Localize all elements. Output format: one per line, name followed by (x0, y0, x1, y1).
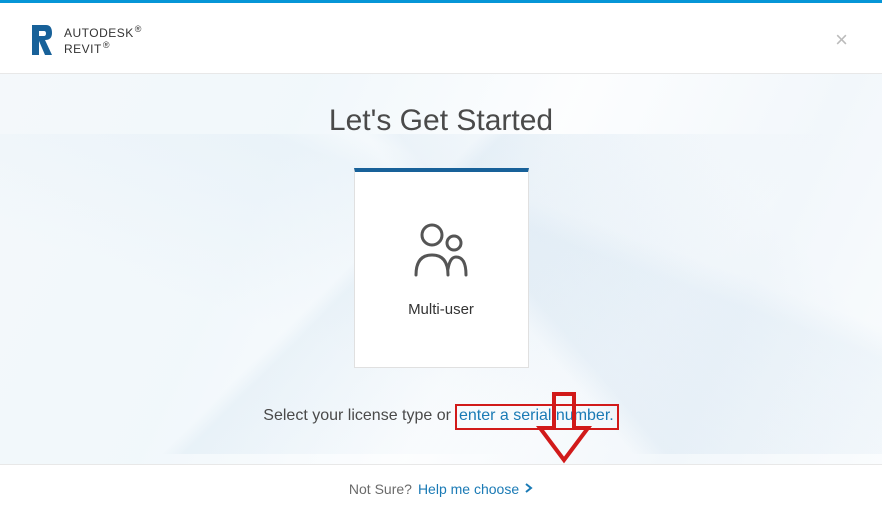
brand-line2: REVIT (64, 40, 142, 56)
close-icon: × (835, 27, 848, 52)
card-title: Multi-user (408, 301, 474, 318)
page-title: Let's Get Started (329, 104, 553, 138)
footer-link-text: Help me choose (418, 481, 519, 497)
brand-text: AUTODESK REVIT (64, 24, 142, 57)
close-button[interactable]: × (831, 25, 852, 55)
footer: Not Sure? Help me choose (0, 464, 882, 512)
content-area: Let's Get Started Multi-user Select your… (0, 74, 882, 464)
brand-line1: AUTODESK (64, 24, 142, 40)
revit-logo-icon (30, 23, 54, 57)
serial-highlight-box: enter a serial number. (455, 404, 619, 430)
footer-text: Not Sure? (349, 481, 412, 497)
multi-user-icon (410, 221, 472, 279)
license-prompt: Select your license type or enter a seri… (263, 404, 618, 430)
chevron-right-icon (525, 482, 533, 496)
header: AUTODESK REVIT × (0, 3, 882, 74)
brand: AUTODESK REVIT (30, 23, 142, 57)
enter-serial-link[interactable]: enter a serial number. (459, 407, 614, 424)
help-me-choose-link[interactable]: Help me choose (418, 481, 533, 497)
prompt-prefix: Select your license type or (263, 407, 451, 425)
multi-user-card[interactable]: Multi-user (354, 168, 529, 368)
annotation-arrow-icon (536, 390, 592, 473)
